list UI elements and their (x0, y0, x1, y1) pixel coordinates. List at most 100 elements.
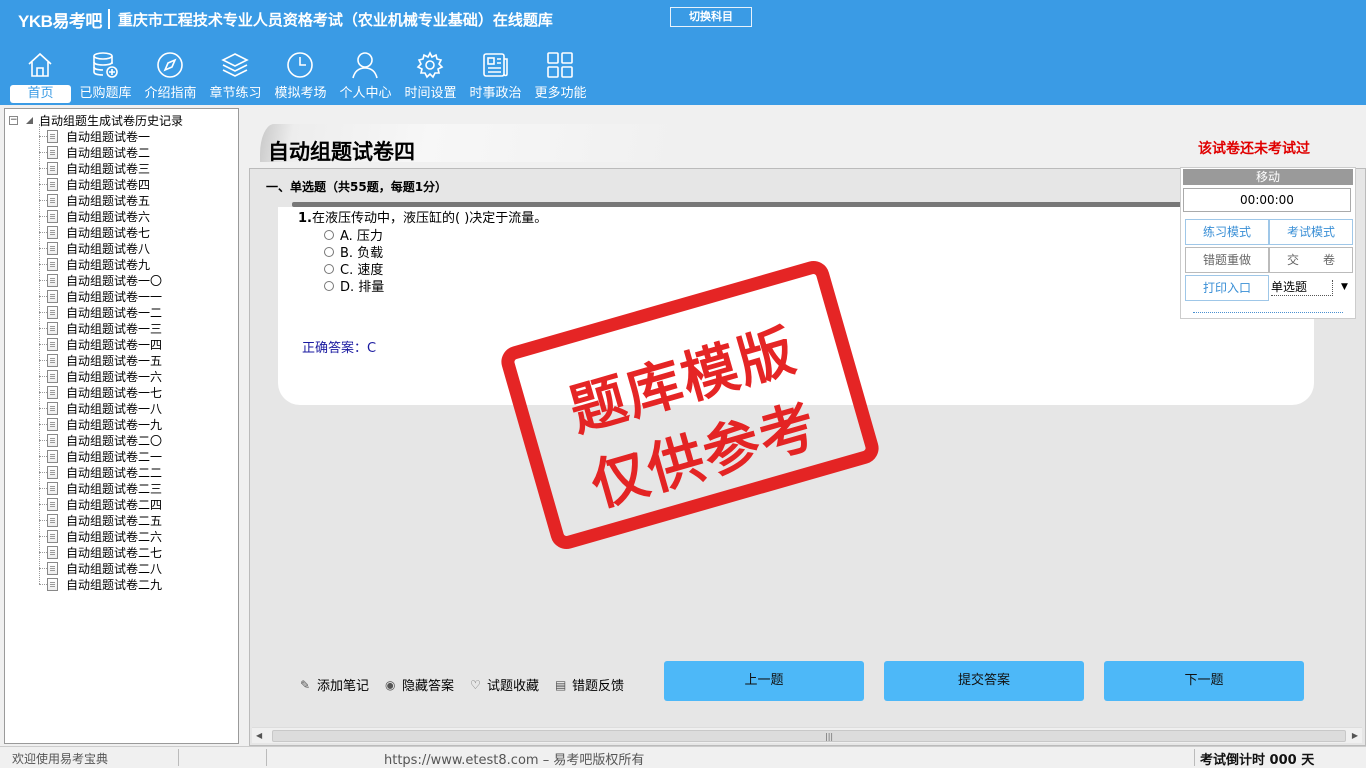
tree-item[interactable]: 自动组题试卷一三 (39, 320, 162, 336)
tree-item[interactable]: 自动组题试卷一七 (39, 384, 162, 400)
clock-icon (287, 52, 313, 78)
exam-status-text: 该试卷还未考试过 (1198, 141, 1310, 157)
tree-item[interactable]: 自动组题试卷二一 (39, 448, 162, 464)
radio-button[interactable] (324, 263, 334, 274)
tree-item[interactable]: 自动组题试卷二七 (39, 544, 162, 560)
tree-item[interactable]: 自动组题试卷一五 (39, 352, 162, 368)
panel-slider[interactable] (1193, 312, 1343, 313)
tree-item[interactable]: 自动组题试卷一六 (39, 368, 162, 384)
document-icon (47, 417, 58, 431)
document-icon (47, 481, 58, 495)
tree-connector (39, 327, 47, 329)
chevron-down-icon[interactable]: ▼ (1341, 282, 1348, 292)
tree-item[interactable]: 自动组题试卷二九 (39, 576, 162, 592)
tree-item-label: 自动组题试卷一二 (66, 305, 163, 320)
radio-button[interactable] (324, 246, 334, 257)
nav-personal[interactable]: 个人中心 (333, 48, 398, 104)
tree-item[interactable]: 自动组题试卷二六 (39, 528, 162, 544)
document-icon (47, 449, 58, 463)
nav-home[interactable]: 首页 (8, 48, 73, 104)
hide-answer-button[interactable]: ◉ 隐藏答案 (385, 675, 455, 695)
tree-item[interactable]: 自动组题试卷一九 (39, 416, 162, 432)
print-button[interactable]: 打印入口 (1185, 275, 1269, 301)
tree-item[interactable]: 自动组题试卷九 (39, 256, 162, 272)
tree-item[interactable]: 自动组题试卷一八 (39, 400, 162, 416)
tree-item-label: 自动组题试卷八 (66, 241, 151, 256)
gear-icon (416, 51, 444, 79)
nav-mock-exam[interactable]: 模拟考场 (268, 48, 333, 104)
tree-item[interactable]: 自动组题试卷三 (39, 160, 162, 176)
next-question-button[interactable]: 下一题 (1104, 661, 1304, 701)
add-note-button[interactable]: ✎ 添加笔记 (300, 675, 369, 695)
tree-item[interactable]: 自动组题试卷五 (39, 192, 162, 208)
switch-subject-button[interactable]: 切换科目 (670, 7, 752, 27)
nav-guide[interactable]: 介绍指南 (138, 48, 203, 104)
favorite-button[interactable]: ♡ 试题收藏 (470, 675, 539, 695)
tree-item[interactable]: 自动组题试卷二八 (39, 560, 162, 576)
document-icon (47, 545, 58, 559)
question-number: 1. (298, 211, 312, 226)
feedback-icon: ▤ (555, 677, 567, 692)
scroll-right-icon[interactable]: ▶ (1352, 731, 1358, 740)
document-icon (47, 561, 58, 575)
question-type-select[interactable]: 单选题 (1271, 280, 1333, 296)
tree-item[interactable]: 自动组题试卷一 (39, 128, 162, 144)
tree-item[interactable]: 自动组题试卷二 (39, 144, 162, 160)
redo-wrong-button[interactable]: 错题重做 (1185, 247, 1269, 273)
nav-more-label: 更多功能 (534, 86, 587, 101)
tree-item-label: 自动组题试卷一 (66, 129, 151, 144)
exam-mode-button[interactable]: 考试模式 (1269, 219, 1353, 245)
tree-item-label: 自动组题试卷一七 (66, 385, 163, 400)
tree-item[interactable]: 自动组题试卷一四 (39, 336, 162, 352)
tree-item-label: 自动组题试卷一三 (66, 321, 163, 336)
tree-item-label: 自动组题试卷二一 (66, 449, 163, 464)
radio-button[interactable] (324, 229, 334, 240)
tree-item[interactable]: 自动组题试卷二三 (39, 480, 162, 496)
submit-answer-button[interactable]: 提交答案 (884, 661, 1084, 701)
report-error-button[interactable]: ▤ 错题反馈 (555, 675, 624, 695)
tree-item[interactable]: 自动组题试卷一〇 (39, 272, 162, 288)
nav-chapter[interactable]: 章节练习 (203, 48, 268, 104)
tree-item[interactable]: 自动组题试卷一二 (39, 304, 162, 320)
tree-connector (39, 151, 47, 153)
horizontal-scrollbar[interactable]: ◀ ||| ▶ (252, 727, 1362, 743)
tree-item-label: 自动组题试卷一五 (66, 353, 163, 368)
tree-item[interactable]: 自动组题试卷八 (39, 240, 162, 256)
nav-purchased-label: 已购题库 (79, 86, 132, 101)
tree-connector (39, 535, 47, 537)
user-icon (352, 52, 378, 79)
tree-item[interactable]: 自动组题试卷二〇 (39, 432, 162, 448)
status-divider (266, 749, 267, 766)
tree-item[interactable]: 自动组题试卷一一 (39, 288, 162, 304)
tree-item[interactable]: 自动组题试卷二五 (39, 512, 162, 528)
tree-item-label: 自动组题试卷二〇 (66, 433, 163, 448)
nav-more[interactable]: 更多功能 (528, 48, 593, 104)
prev-question-button[interactable]: 上一题 (664, 661, 864, 701)
collapse-icon[interactable]: − (9, 115, 18, 125)
app-title: 重庆市工程技术专业人员资格考试（农业机械专业基础）在线题库 (117, 10, 553, 29)
tree-item[interactable]: 自动组题试卷二四 (39, 496, 162, 512)
nav-time-settings[interactable]: 时间设置 (398, 48, 463, 104)
nav-politics[interactable]: 时事政治 (463, 48, 528, 104)
panel-drag-handle[interactable]: 移动 (1183, 169, 1353, 185)
tree-item-label: 自动组题试卷三 (66, 161, 151, 176)
answer-value: C (367, 341, 377, 356)
tree-connector (39, 503, 47, 505)
tree-root[interactable]: − 自动组题生成试卷历史记录 (9, 112, 183, 128)
tree-item[interactable]: 自动组题试卷四 (39, 176, 162, 192)
option-d[interactable]: D. 排量 (324, 276, 384, 295)
tree-connector (39, 551, 47, 553)
tree-item-label: 自动组题试卷一九 (66, 417, 163, 432)
hide-answer-label: 隐藏答案 (402, 679, 455, 694)
tree-item[interactable]: 自动组题试卷二二 (39, 464, 162, 480)
radio-button[interactable] (324, 280, 334, 291)
tree-item[interactable]: 自动组题试卷六 (39, 208, 162, 224)
tree-item[interactable]: 自动组题试卷七 (39, 224, 162, 240)
nav-purchased[interactable]: 已购题库 (73, 48, 138, 104)
practice-mode-button[interactable]: 练习模式 (1185, 219, 1269, 245)
hand-in-button[interactable]: 交 卷 (1269, 247, 1353, 273)
exam-control-panel: 移动 00:00:00 练习模式 考试模式 错题重做 交 卷 打印入口 单选题 … (1180, 167, 1356, 319)
tree-item-label: 自动组题试卷二五 (66, 513, 163, 528)
scroll-left-icon[interactable]: ◀ (256, 731, 262, 740)
scrollbar-thumb[interactable]: ||| (272, 730, 1346, 742)
